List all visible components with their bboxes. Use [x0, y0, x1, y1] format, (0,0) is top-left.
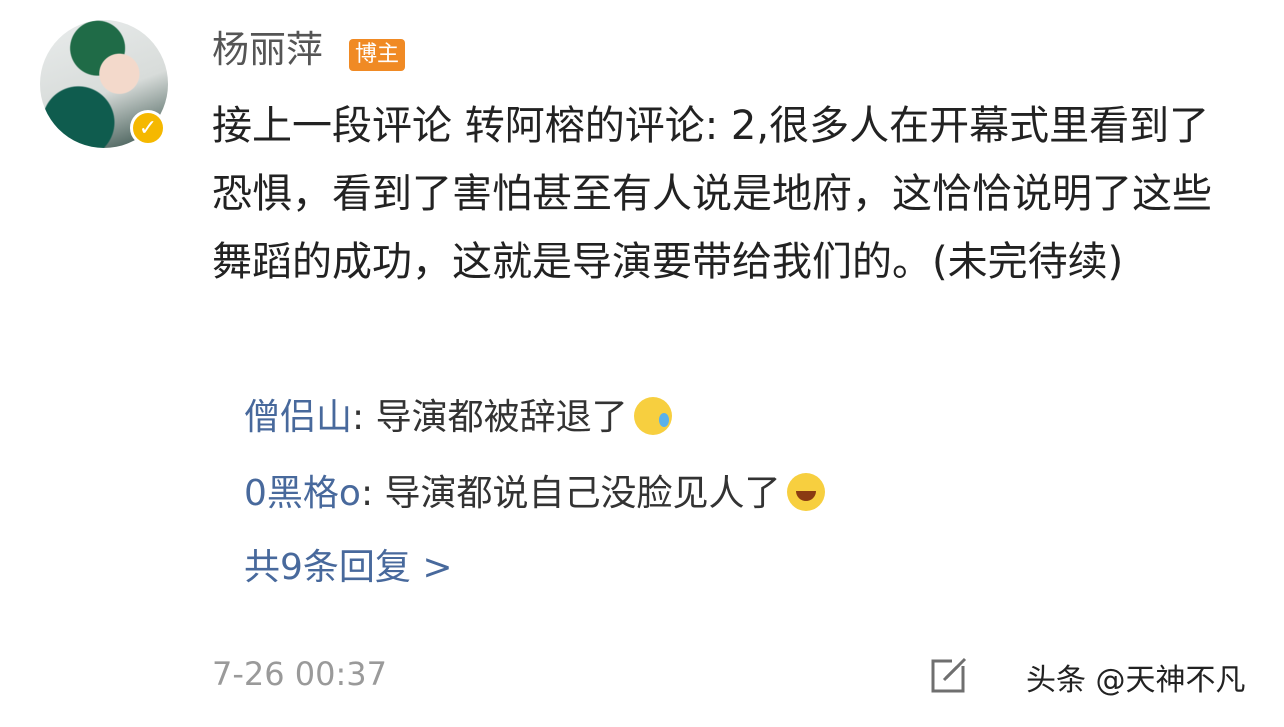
laugh-cry-emoji-icon: [786, 473, 825, 511]
reply-text: 导演都说自己没脸见人了: [384, 473, 781, 514]
reply-item[interactable]: 僧侣山: 导演都被辞退了: [244, 390, 672, 446]
username[interactable]: 杨丽萍: [212, 24, 323, 76]
reply-separator: :: [360, 473, 385, 514]
reply-item[interactable]: 0黑格o: 导演都说自己没脸见人了: [244, 466, 825, 522]
reply-text: 导演都被辞退了: [375, 397, 628, 438]
edit-icon[interactable]: [930, 654, 970, 694]
verified-icon: ✓: [130, 110, 166, 146]
reply-area: 僧侣山: 导演都被辞退了 0黑格o: 导演都说自己没脸见人了 共9条回复 >: [218, 378, 1118, 608]
watermark: 头条 @天神不凡: [1012, 652, 1260, 710]
reply-separator: :: [352, 397, 376, 438]
reply-username[interactable]: 0黑格o: [244, 473, 361, 514]
reply-username[interactable]: 僧侣山: [244, 397, 352, 438]
timestamp: 7-26 00:37: [212, 655, 388, 693]
blogger-badge: 博主: [349, 39, 406, 71]
sweat-emoji-icon: [633, 397, 672, 435]
more-replies-link[interactable]: 共9条回复 >: [244, 540, 453, 596]
post-content: 接上一段评论 转阿榕的评论: 2,很多人在开幕式里看到了恐惧，看到了害怕甚至有人…: [212, 103, 1212, 285]
